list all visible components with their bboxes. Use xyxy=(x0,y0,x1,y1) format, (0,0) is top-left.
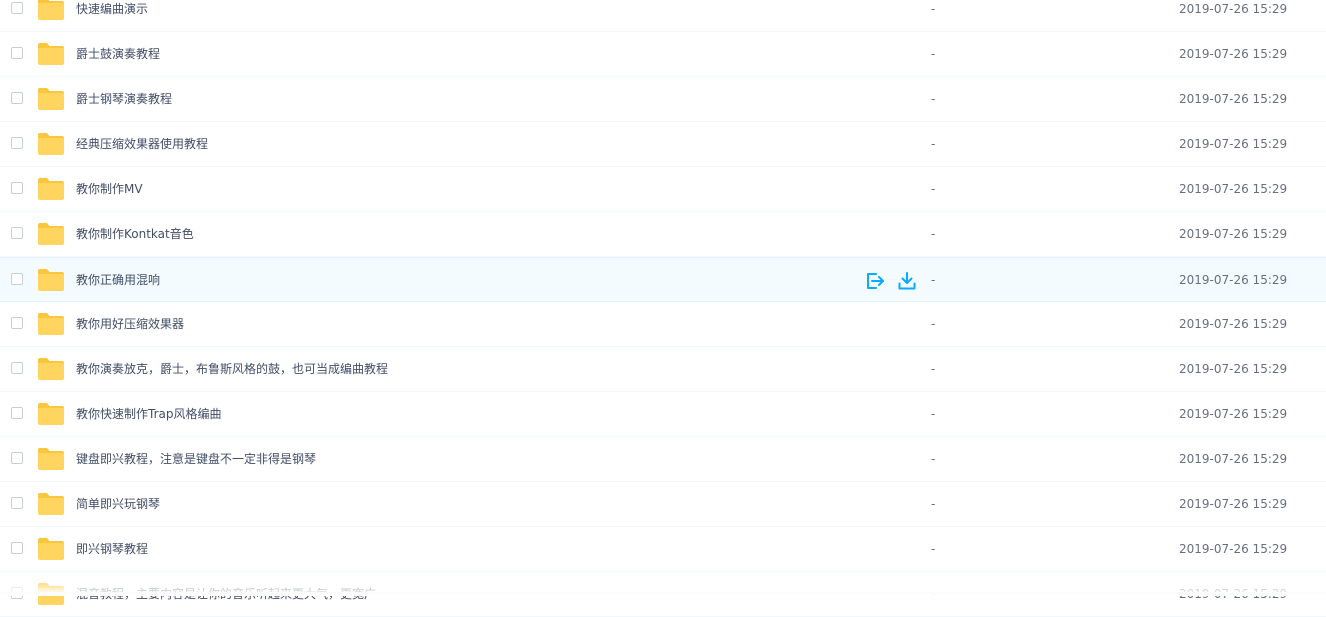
file-name[interactable]: 键盘即兴教程，注意是键盘不一定非得是钢琴 xyxy=(76,437,316,481)
file-row[interactable]: 快速编曲演示 - 2019-07-26 15:29 xyxy=(0,0,1326,32)
file-name[interactable]: 快速编曲演示 xyxy=(76,0,148,31)
file-size: - xyxy=(931,273,936,287)
row-actions xyxy=(865,271,917,291)
file-name[interactable]: 爵士钢琴演奏教程 xyxy=(76,77,172,121)
folder-icon xyxy=(38,358,64,380)
file-size: - xyxy=(931,497,936,511)
file-name[interactable]: 教你演奏放克，爵士，布鲁斯风格的鼓，也可当成编曲教程 xyxy=(76,347,388,391)
file-modified-date: 2019-07-26 15:29 xyxy=(1179,497,1288,511)
file-list: 快速编曲演示 - 2019-07-26 15:29 爵士鼓演奏教程 - 2019… xyxy=(0,0,1326,617)
file-name[interactable]: 教你用好压缩效果器 xyxy=(76,302,184,346)
row-checkbox[interactable] xyxy=(11,362,23,374)
file-row[interactable]: 教你制作MV - 2019-07-26 15:29 xyxy=(0,167,1326,212)
file-size: - xyxy=(931,542,936,556)
file-row[interactable]: 教你制作Kontkat音色 - 2019-07-26 15:29 xyxy=(0,212,1326,257)
folder-icon xyxy=(38,178,64,200)
share-icon[interactable] xyxy=(865,271,885,291)
file-size: - xyxy=(931,92,936,106)
row-checkbox[interactable] xyxy=(11,182,23,194)
folder-icon xyxy=(38,403,64,425)
file-modified-date: 2019-07-26 15:29 xyxy=(1179,407,1288,421)
file-row[interactable]: 即兴钢琴教程 - 2019-07-26 15:29 xyxy=(0,527,1326,572)
file-size: - xyxy=(931,452,936,466)
row-checkbox[interactable] xyxy=(11,317,23,329)
row-checkbox[interactable] xyxy=(11,92,23,104)
file-modified-date: 2019-07-26 15:29 xyxy=(1179,542,1288,556)
file-name[interactable]: 教你正确用混响 xyxy=(76,258,160,302)
folder-icon xyxy=(38,43,64,65)
file-modified-date: 2019-07-26 15:29 xyxy=(1179,2,1288,16)
file-size: - xyxy=(931,317,936,331)
file-modified-date: 2019-07-26 15:29 xyxy=(1179,182,1288,196)
file-name[interactable]: 简单即兴玩钢琴 xyxy=(76,482,160,526)
file-modified-date: 2019-07-26 15:29 xyxy=(1179,227,1288,241)
row-checkbox[interactable] xyxy=(11,227,23,239)
file-size: - xyxy=(931,407,936,421)
file-name[interactable]: 教你快速制作Trap风格编曲 xyxy=(76,392,221,436)
file-row[interactable]: 教你演奏放克，爵士，布鲁斯风格的鼓，也可当成编曲教程 - 2019-07-26 … xyxy=(0,347,1326,392)
folder-icon xyxy=(38,448,64,470)
file-row[interactable]: 简单即兴玩钢琴 - 2019-07-26 15:29 xyxy=(0,482,1326,527)
row-checkbox[interactable] xyxy=(11,542,23,554)
file-modified-date: 2019-07-26 15:29 xyxy=(1179,137,1288,151)
row-checkbox[interactable] xyxy=(11,407,23,419)
file-size: - xyxy=(931,47,936,61)
file-modified-date: 2019-07-26 15:29 xyxy=(1179,47,1288,61)
folder-icon xyxy=(38,223,64,245)
row-checkbox[interactable] xyxy=(11,137,23,149)
file-modified-date: 2019-07-26 15:29 xyxy=(1179,452,1288,466)
folder-icon xyxy=(38,493,64,515)
folder-icon xyxy=(38,133,64,155)
file-name[interactable]: 教你制作Kontkat音色 xyxy=(76,212,194,256)
file-modified-date: 2019-07-26 15:29 xyxy=(1179,362,1288,376)
folder-icon xyxy=(38,538,64,560)
file-name[interactable]: 教你制作MV xyxy=(76,167,143,211)
file-size: - xyxy=(931,182,936,196)
row-checkbox[interactable] xyxy=(11,452,23,464)
folder-icon xyxy=(38,313,64,335)
file-modified-date: 2019-07-26 15:29 xyxy=(1179,92,1288,106)
scroll-fade xyxy=(0,582,1326,596)
folder-icon xyxy=(38,269,64,291)
file-row[interactable]: 键盘即兴教程，注意是键盘不一定非得是钢琴 - 2019-07-26 15:29 xyxy=(0,437,1326,482)
folder-icon xyxy=(38,0,64,20)
file-row[interactable]: 教你用好压缩效果器 - 2019-07-26 15:29 xyxy=(0,302,1326,347)
file-row[interactable]: 教你正确用混响 - 2019-07-26 15:29 xyxy=(0,257,1326,302)
file-name[interactable]: 即兴钢琴教程 xyxy=(76,527,148,571)
folder-icon xyxy=(38,88,64,110)
file-row[interactable]: 爵士钢琴演奏教程 - 2019-07-26 15:29 xyxy=(0,77,1326,122)
row-checkbox[interactable] xyxy=(11,2,23,14)
file-modified-date: 2019-07-26 15:29 xyxy=(1179,317,1288,331)
file-modified-date: 2019-07-26 15:29 xyxy=(1179,273,1288,287)
file-size: - xyxy=(931,227,936,241)
file-name[interactable]: 经典压缩效果器使用教程 xyxy=(76,122,208,166)
row-checkbox[interactable] xyxy=(11,273,23,285)
download-icon[interactable] xyxy=(897,271,917,291)
file-row[interactable]: 教你快速制作Trap风格编曲 - 2019-07-26 15:29 xyxy=(0,392,1326,437)
file-row[interactable]: 爵士鼓演奏教程 - 2019-07-26 15:29 xyxy=(0,32,1326,77)
file-size: - xyxy=(931,137,936,151)
file-size: - xyxy=(931,362,936,376)
row-checkbox[interactable] xyxy=(11,497,23,509)
file-name[interactable]: 爵士鼓演奏教程 xyxy=(76,32,160,76)
row-checkbox[interactable] xyxy=(11,47,23,59)
file-size: - xyxy=(931,2,936,16)
file-row[interactable]: 经典压缩效果器使用教程 - 2019-07-26 15:29 xyxy=(0,122,1326,167)
